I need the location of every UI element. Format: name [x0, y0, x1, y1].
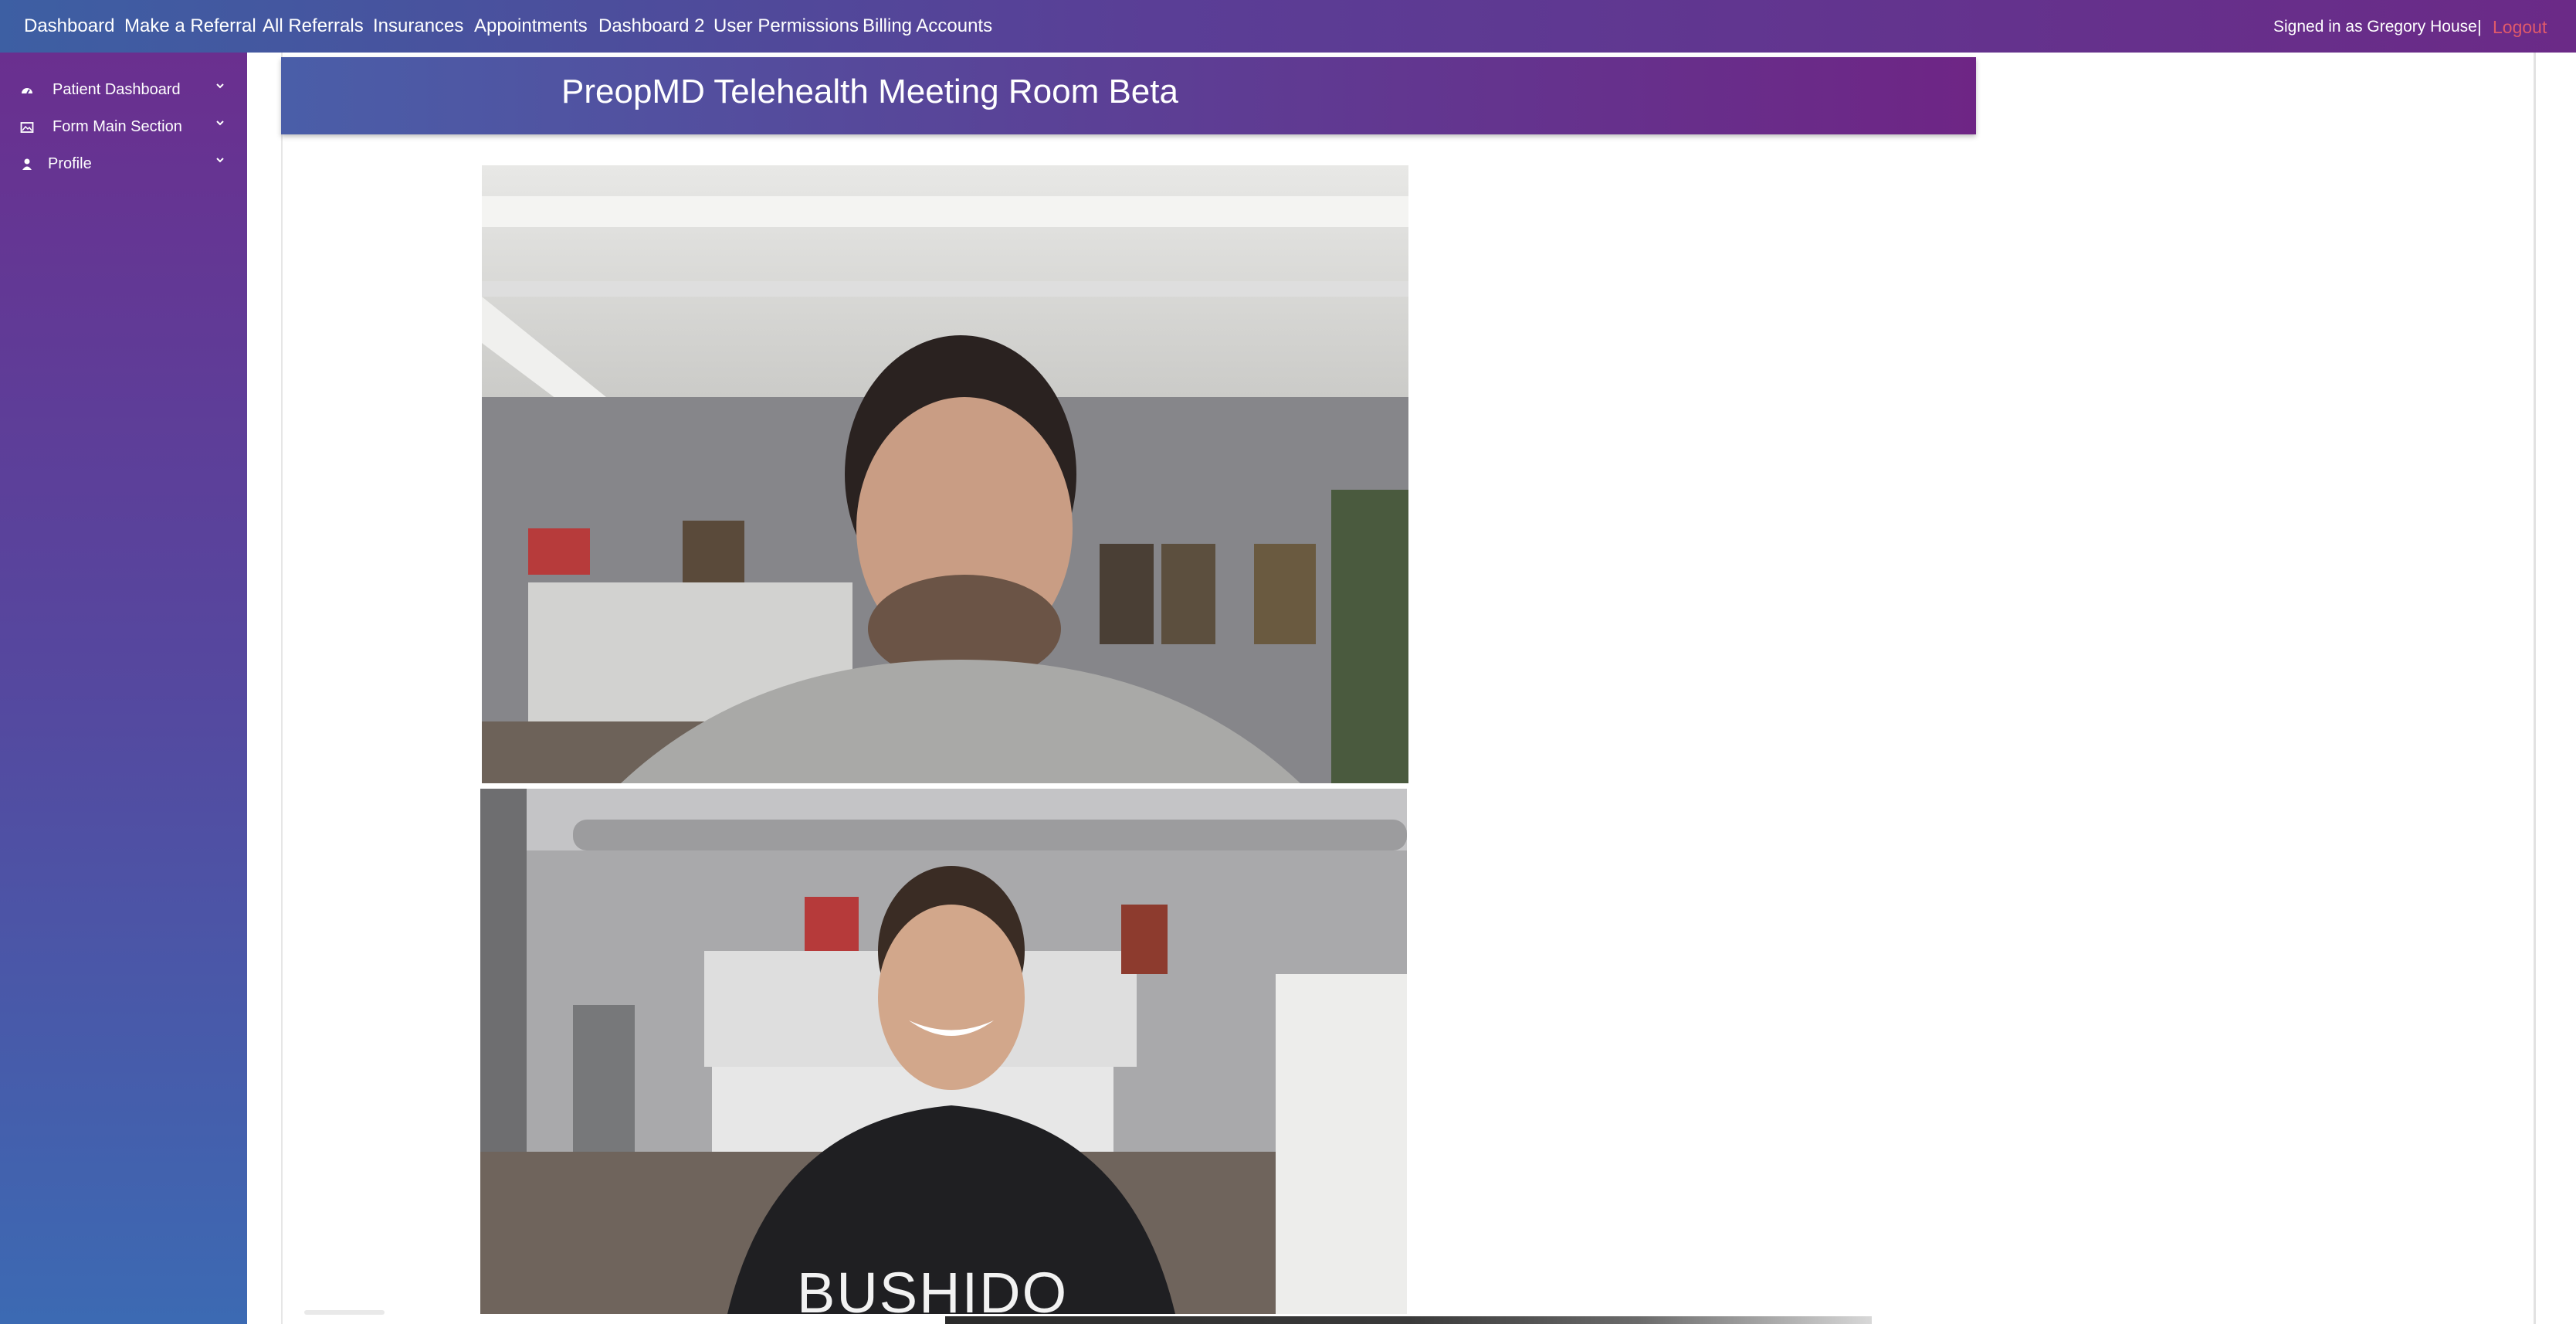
- page-title: PreopMD Telehealth Meeting Room Beta: [561, 73, 1178, 110]
- signed-in-label: Signed in as Gregory House: [2273, 18, 2477, 36]
- nav-user-permissions[interactable]: User Permissions: [713, 15, 859, 37]
- sidebar-item-form-main-section[interactable]: Form Main Section: [0, 114, 247, 145]
- dashboard-icon: [20, 83, 34, 97]
- nav-dashboard-2[interactable]: Dashboard 2: [598, 15, 704, 37]
- chevron-down-icon: [215, 80, 225, 91]
- nav-all-referrals[interactable]: All Referrals: [263, 15, 364, 37]
- nav-insurances[interactable]: Insurances: [373, 15, 463, 37]
- nav-make-referral[interactable]: Make a Referral: [124, 15, 256, 37]
- nav-separator: |: [2477, 17, 2482, 36]
- sidebar-item-profile[interactable]: Profile: [0, 151, 247, 182]
- image-icon: [20, 121, 34, 134]
- user-icon: [20, 158, 34, 171]
- sidebar-item-label: Patient Dashboard: [53, 81, 181, 98]
- logout-link[interactable]: Logout: [2493, 17, 2547, 38]
- remote-participant-video[interactable]: [482, 165, 1408, 783]
- scroll-hint: [304, 1310, 385, 1315]
- nav-billing-accounts[interactable]: Billing Accounts: [863, 15, 992, 37]
- sidebar-item-label: Profile: [48, 155, 92, 172]
- top-navbar: Dashboard Make a Referral All Referrals …: [0, 0, 2576, 53]
- shirt-text: BUSHIDO: [797, 1261, 1069, 1314]
- third-video-edge[interactable]: [945, 1316, 1872, 1324]
- sidebar-item-label: Form Main Section: [53, 118, 182, 135]
- sidebar-item-patient-dashboard[interactable]: Patient Dashboard: [0, 77, 247, 108]
- nav-appointments[interactable]: Appointments: [474, 15, 588, 37]
- chevron-down-icon: [215, 154, 225, 165]
- local-participant-video[interactable]: BUSHIDO: [480, 789, 1407, 1314]
- chevron-down-icon: [215, 117, 225, 128]
- sidebar: Patient Dashboard Form Main Section Prof…: [0, 53, 247, 1324]
- meeting-room-header: PreopMD Telehealth Meeting Room Beta: [281, 57, 1976, 134]
- nav-dashboard[interactable]: Dashboard: [24, 15, 114, 37]
